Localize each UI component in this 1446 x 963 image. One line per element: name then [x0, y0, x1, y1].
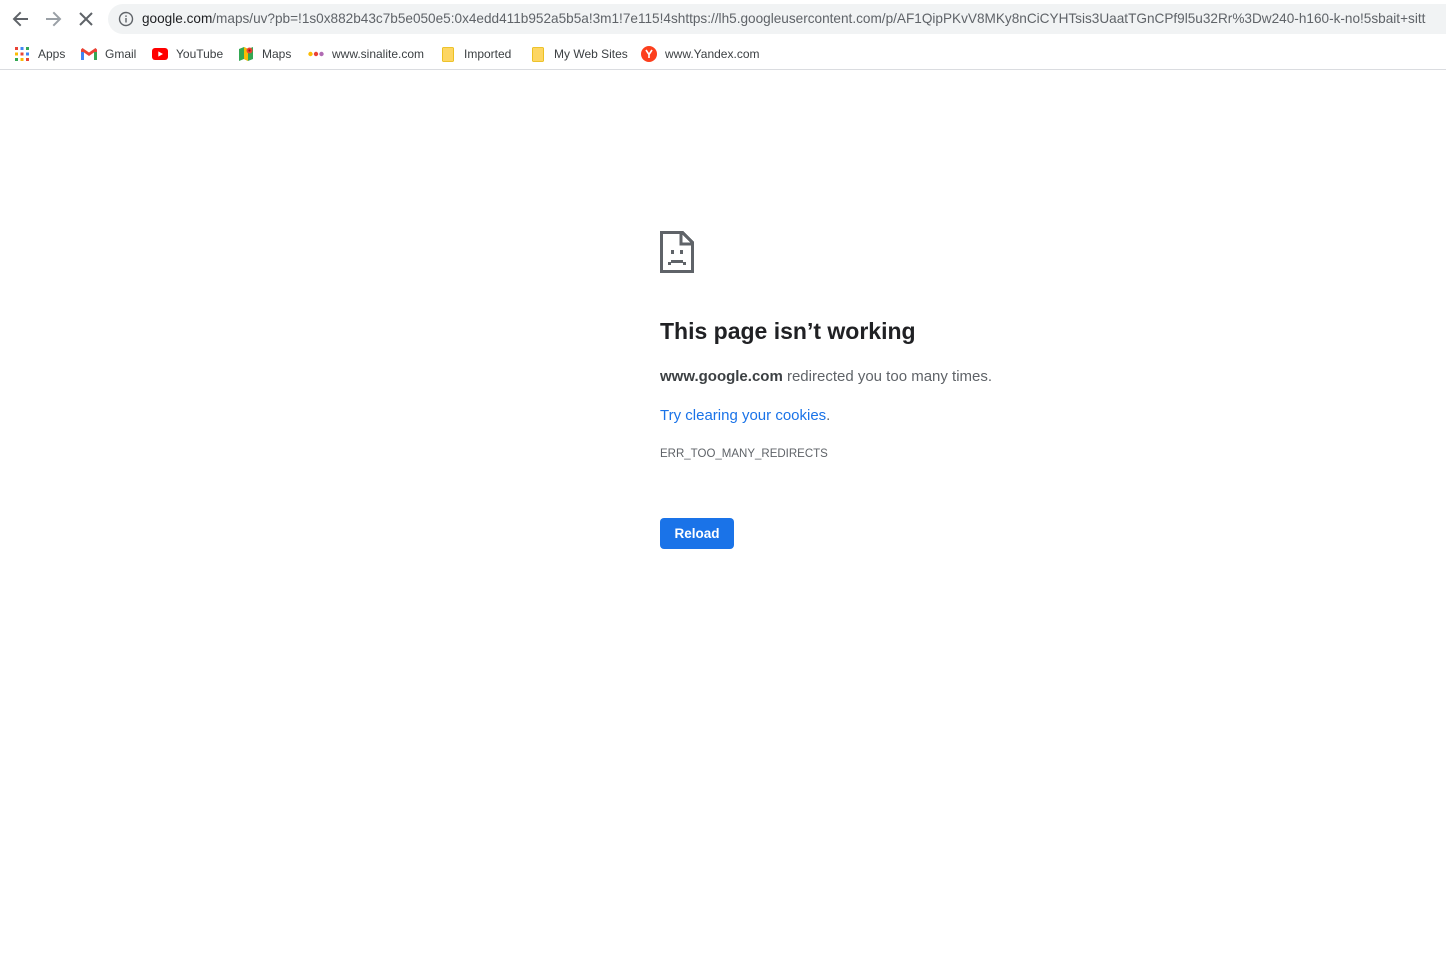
bookmark-yandex[interactable]: www.Yandex.com	[641, 42, 759, 66]
bookmark-youtube[interactable]: YouTube	[152, 42, 223, 66]
bookmark-folder-imported[interactable]: Imported	[440, 42, 511, 66]
back-button[interactable]	[8, 6, 34, 32]
forward-button[interactable]	[40, 6, 66, 32]
apps-grid-icon	[14, 46, 30, 62]
bookmark-label: My Web Sites	[554, 47, 628, 61]
url-host: google.com	[142, 11, 213, 26]
bookmark-sinalite[interactable]: www.sinalite.com	[308, 42, 424, 66]
error-description: www.google.com redirected you too many t…	[660, 368, 992, 385]
dots-icon	[308, 46, 324, 62]
info-icon[interactable]	[118, 11, 134, 27]
arrow-right-icon	[46, 11, 62, 27]
bookmarks-bar: Apps Gmail YouTube Maps www.sinalite.com…	[0, 38, 1446, 70]
error-suggestion: Try clearing your cookies.	[660, 407, 830, 424]
gmail-icon	[81, 46, 97, 62]
maps-icon	[238, 46, 254, 62]
folder-icon	[530, 46, 546, 62]
bookmark-label: Maps	[262, 47, 292, 61]
url-path: /maps/uv?pb=!1s0x882b43c7b5e050e5:0x4edd…	[212, 11, 1426, 26]
bookmark-label: YouTube	[176, 47, 224, 61]
suggestion-period: .	[826, 407, 831, 424]
error-code: ERR_TOO_MANY_REDIRECTS	[660, 448, 828, 460]
bookmark-label: Apps	[38, 47, 66, 61]
error-description-text: redirected you too many times.	[782, 368, 993, 385]
bookmark-gmail[interactable]: Gmail	[81, 42, 136, 66]
sad-page-icon	[660, 231, 694, 273]
address-bar[interactable]: google.com/maps/uv?pb=!1s0x882b43c7b5e05…	[108, 4, 1446, 34]
browser-toolbar: google.com/maps/uv?pb=!1s0x882b43c7b5e05…	[0, 0, 1446, 38]
close-icon	[79, 12, 93, 26]
bookmark-maps[interactable]: Maps	[238, 42, 291, 66]
bookmark-label: Gmail	[105, 47, 137, 61]
bookmark-apps[interactable]: Apps	[14, 42, 65, 66]
bookmark-folder-my-web-sites[interactable]: My Web Sites	[530, 42, 628, 66]
arrow-left-icon	[12, 11, 28, 27]
clear-cookies-link[interactable]: Try clearing your cookies	[660, 407, 826, 424]
bookmark-label: www.sinalite.com	[332, 47, 425, 61]
reload-button[interactable]: Reload	[660, 518, 734, 549]
yandex-icon	[641, 46, 657, 62]
folder-icon	[440, 46, 456, 62]
error-title: This page isn’t working	[660, 318, 916, 344]
stop-loading-button[interactable]	[73, 6, 99, 32]
bookmark-label: www.Yandex.com	[665, 47, 760, 61]
url-text[interactable]: google.com/maps/uv?pb=!1s0x882b43c7b5e05…	[142, 4, 1425, 34]
error-host: www.google.com	[660, 368, 783, 385]
youtube-icon	[152, 46, 168, 62]
bookmark-label: Imported	[464, 47, 512, 61]
